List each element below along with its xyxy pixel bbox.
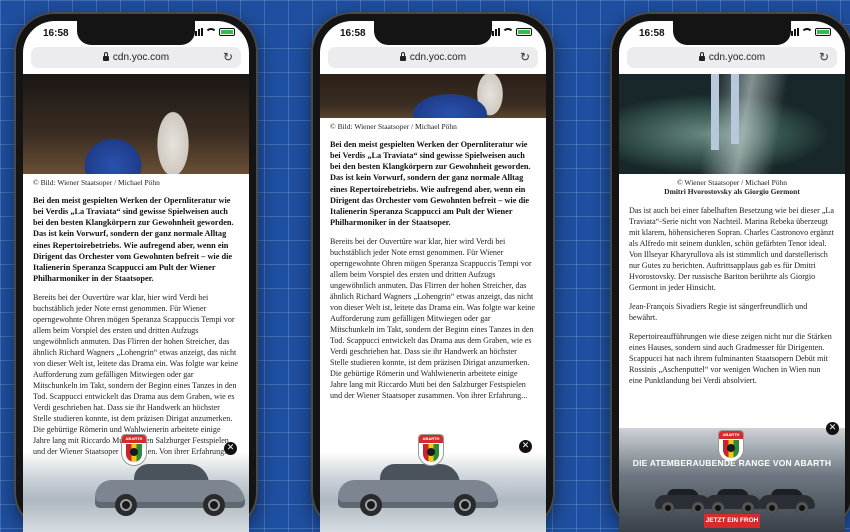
article: © Bild: Wiener Staatsoper / Michael Pöhn… <box>23 74 249 457</box>
address-bar[interactable]: cdn.yoc.com ↻ <box>328 47 538 68</box>
article-photo <box>619 74 845 174</box>
phone-3: 16:58 cdn.yoc.com ↻ © Wiener Staatsoper … <box>610 12 850 532</box>
article-paragraph: Jean-François Sivadiers Regie ist sänger… <box>629 301 808 322</box>
article-paragraph: Repertoireaufführungen wie diese zeigen … <box>629 331 832 385</box>
reload-icon[interactable]: ↻ <box>819 50 829 64</box>
battery-icon <box>219 28 235 36</box>
url-text: cdn.yoc.com <box>708 52 766 63</box>
ad-headline: DIE ATEMBERAUBENDE RANGE VON ABARTH <box>632 458 832 468</box>
status-time: 16:58 <box>340 28 366 39</box>
reload-icon[interactable]: ↻ <box>520 50 530 64</box>
article-lead: Bei den meist gespielten Werken der Oper… <box>33 196 234 283</box>
phone-screen: 16:58 cdn.yoc.com ↻ © Bild: Wiener Staat… <box>23 21 249 532</box>
image-caption: © Wiener Staatsoper / Michael Pöhn Dmitr… <box>629 178 835 197</box>
lock-icon <box>399 52 406 61</box>
article: © Wiener Staatsoper / Michael Pöhn Dmitr… <box>619 74 845 386</box>
ad-cta-button[interactable]: JETZT EIN FROH <box>704 514 760 528</box>
car-image <box>759 488 815 514</box>
caption-credit: © Wiener Staatsoper / Michael Pöhn <box>676 178 788 187</box>
caption-text: Dmitri Hvorostovsky als Giorgio Germont <box>664 187 800 197</box>
car-image <box>95 458 245 520</box>
phone-2: 16:58 cdn.yoc.com ↻ © Bild: Wiener Staat… <box>311 12 555 532</box>
address-bar[interactable]: cdn.yoc.com ↻ <box>627 47 837 68</box>
wifi-icon <box>206 28 216 36</box>
abarth-logo: ABARTH <box>418 434 444 466</box>
ad-banner[interactable]: ✕ ABARTH <box>320 434 546 532</box>
battery-icon <box>815 28 831 36</box>
close-icon[interactable]: ✕ <box>519 440 532 453</box>
article-body: Bereits bei der Ouvertüre war klar, hier… <box>330 236 535 400</box>
article-body: Bereits bei der Ouvertüre war klar, hier… <box>33 292 238 456</box>
ad-banner[interactable]: ✕ ABARTH <box>23 434 249 532</box>
url-text: cdn.yoc.com <box>112 52 170 63</box>
ad-banner[interactable]: ✕ ABARTH DIE ATEMBERAUBENDE RANGE VON AB… <box>619 422 845 532</box>
wifi-icon <box>802 28 812 36</box>
notch <box>374 21 492 45</box>
status-time: 16:58 <box>43 28 69 39</box>
address-bar[interactable]: cdn.yoc.com ↻ <box>31 47 241 68</box>
wifi-icon <box>503 28 513 36</box>
image-credit: © Bild: Wiener Staatsoper / Michael Pöhn <box>33 178 160 187</box>
close-icon[interactable]: ✕ <box>826 422 839 435</box>
lock-icon <box>698 52 705 61</box>
battery-icon <box>516 28 532 36</box>
car-image <box>338 458 498 520</box>
image-credit: © Bild: Wiener Staatsoper / Michael Pöhn <box>330 122 457 131</box>
phone-screen: 16:58 cdn.yoc.com ↻ © Wiener Staatsoper … <box>619 21 845 532</box>
notch <box>77 21 195 45</box>
phone-1: 16:58 cdn.yoc.com ↻ © Bild: Wiener Staat… <box>14 12 258 532</box>
article-photo <box>320 74 546 118</box>
abarth-logo: ABARTH <box>121 434 147 466</box>
reload-icon[interactable]: ↻ <box>223 50 233 64</box>
article-paragraph: Das ist auch bei einer fabelhaften Beset… <box>629 205 834 292</box>
article-photo <box>23 74 249 174</box>
car-image <box>655 488 711 514</box>
status-time: 16:58 <box>639 28 665 39</box>
car-image <box>705 488 761 514</box>
url-text: cdn.yoc.com <box>409 52 467 63</box>
lock-icon <box>102 52 109 61</box>
article: © Bild: Wiener Staatsoper / Michael Pöhn… <box>320 74 546 401</box>
phone-screen: 16:58 cdn.yoc.com ↻ © Bild: Wiener Staat… <box>320 21 546 532</box>
notch <box>673 21 791 45</box>
article-lead: Bei den meist gespielten Werken der Oper… <box>330 140 531 227</box>
close-icon[interactable]: ✕ <box>224 442 237 455</box>
